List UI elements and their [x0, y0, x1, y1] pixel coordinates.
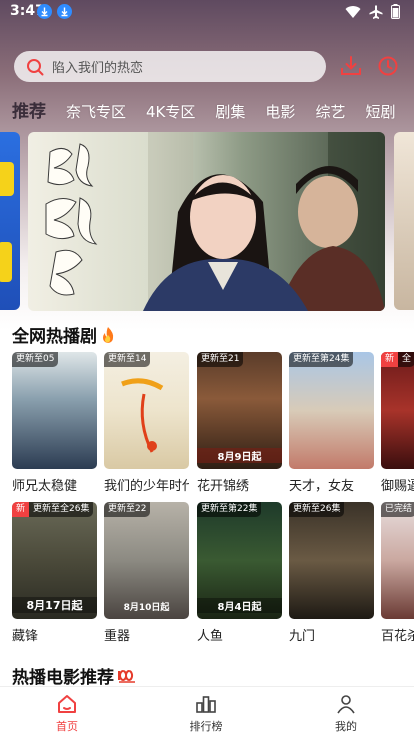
hundred-icon [118, 669, 135, 683]
tab-recommend[interactable]: 推荐 [12, 97, 46, 122]
drama-card[interactable]: 更新至22 8月10日起 重器 [104, 502, 189, 644]
hot-dramas-row-2: 新 更新至全26集 8月17日起 藏锋 更新至22 8月10日起 重器 更新至第… [12, 502, 414, 644]
download-icon[interactable] [340, 55, 362, 77]
tab-variety[interactable]: 综艺 [315, 101, 345, 122]
ranking-icon [196, 696, 216, 713]
drama-poster: 已完结 [381, 502, 414, 619]
drama-card[interactable]: 新 更新至全26集 8月17日起 藏锋 [12, 502, 97, 644]
search-row: 陷入我们的热恋 [0, 51, 414, 83]
drama-title: 师兄太稳健 [12, 479, 78, 494]
tab-series[interactable]: 剧集 [215, 101, 245, 122]
tab-movie[interactable]: 电影 [265, 101, 295, 122]
drama-card[interactable]: 新 全 御赐逼婚 [381, 352, 414, 494]
banner-carousel[interactable] [0, 132, 414, 312]
wifi-icon [345, 5, 361, 18]
nav-profile[interactable]: 我的 [316, 693, 376, 734]
tab-short-drama[interactable]: 短剧 [365, 101, 395, 122]
nav-ranking-label: 排行榜 [189, 720, 223, 733]
update-badge: 已完结 [381, 502, 414, 517]
history-icon[interactable] [377, 55, 399, 77]
drama-poster: 更新至第24集 [289, 352, 374, 469]
battery-icon [391, 4, 400, 19]
banner-prev-slide[interactable] [0, 132, 20, 310]
profile-icon [337, 695, 355, 714]
search-placeholder: 陷入我们的热恋 [52, 61, 144, 76]
download-status-icon [37, 4, 52, 19]
drama-card[interactable]: 更新至21 8月9日起 花开锦绣 [197, 352, 282, 494]
drama-title: 御赐逼婚 [381, 479, 414, 494]
nav-ranking[interactable]: 排行榜 [176, 693, 236, 734]
update-badge: 更新至05 [12, 352, 59, 367]
update-badge: 更新至21 [197, 352, 244, 367]
update-badge: 更新至26集 [289, 502, 345, 517]
banner-main-slide[interactable] [28, 132, 385, 311]
drama-card[interactable]: 更新至第24集 天才，女友 [289, 352, 374, 494]
drama-title: 九门 [289, 629, 316, 644]
hot-dramas-title: 全网热播剧 [12, 327, 97, 347]
poster-date: 8月17日起 [12, 597, 97, 613]
poster-date: 8月9日起 [197, 448, 282, 463]
drama-poster: 新 更新至全26集 8月17日起 [12, 502, 97, 619]
drama-card[interactable]: 已完结 百花杀 [381, 502, 414, 644]
update-badge: 新 更新至全26集 [12, 502, 94, 517]
bottom-nav: 首页 排行榜 我的 [0, 686, 414, 736]
drama-card[interactable]: 更新至14 我们的少年时代 [104, 352, 189, 494]
search-input[interactable]: 陷入我们的热恋 [14, 51, 326, 82]
drama-poster: 更新至22 8月10日起 [104, 502, 189, 619]
update-badge: 更新至第22集 [197, 502, 262, 517]
drama-card[interactable]: 更新至第22集 8月4日起 人鱼 [197, 502, 282, 644]
drama-poster: 更新至26集 [289, 502, 374, 619]
hot-movies-title: 热播电影推荐 [12, 668, 114, 688]
hot-dramas-row-1: 更新至05 师兄太稳健 更新至14 我们的少年时代 更新至21 8月9日起 花开… [12, 352, 414, 494]
tab-4k[interactable]: 4K专区 [146, 101, 195, 122]
hot-movies-heading: 热播电影推荐 [12, 663, 137, 688]
drama-title: 花开锦绣 [197, 479, 250, 494]
home-icon [58, 695, 76, 713]
drama-poster: 新 全 [381, 352, 414, 469]
poster-art [121, 378, 164, 453]
drama-title: 藏锋 [12, 629, 39, 644]
poster-date: 8月4日起 [197, 598, 282, 613]
hot-dramas-heading: 全网热播剧 [12, 322, 116, 347]
update-badge: 更新至第24集 [289, 352, 354, 367]
banner-next-slide[interactable] [394, 132, 414, 310]
drama-poster: 更新至05 [12, 352, 97, 469]
download-status-icon [57, 4, 72, 19]
nav-profile-label: 我的 [335, 720, 357, 733]
poster-date: 8月10日起 [123, 603, 170, 613]
update-badge: 更新至14 [104, 352, 151, 367]
search-icon [26, 58, 44, 76]
tab-netflix[interactable]: 奈飞专区 [66, 101, 126, 122]
drama-title: 我们的少年时代 [104, 479, 189, 494]
drama-poster: 更新至第22集 8月4日起 [197, 502, 282, 619]
drama-title: 重器 [104, 629, 131, 644]
drama-title: 百花杀 [381, 629, 414, 644]
drama-card[interactable]: 更新至05 师兄太稳健 [12, 352, 97, 494]
status-icons [345, 4, 400, 19]
drama-card[interactable]: 更新至26集 九门 [289, 502, 374, 644]
drama-poster: 更新至14 [104, 352, 189, 469]
drama-title: 天才，女友 [289, 479, 355, 494]
nav-home[interactable]: 首页 [37, 693, 97, 734]
update-badge: 新 全 [381, 352, 414, 367]
category-tabs: 推荐 奈飞专区 4K专区 剧集 电影 综艺 短剧 [0, 94, 414, 122]
banner-image [28, 132, 385, 311]
airplane-icon [369, 5, 383, 19]
drama-poster: 更新至21 8月9日起 [197, 352, 282, 469]
update-badge: 更新至22 [104, 502, 151, 517]
drama-title: 人鱼 [197, 629, 224, 644]
nav-home-label: 首页 [56, 720, 78, 733]
status-bar: 3:47 [0, 0, 414, 26]
fire-icon [103, 326, 114, 343]
